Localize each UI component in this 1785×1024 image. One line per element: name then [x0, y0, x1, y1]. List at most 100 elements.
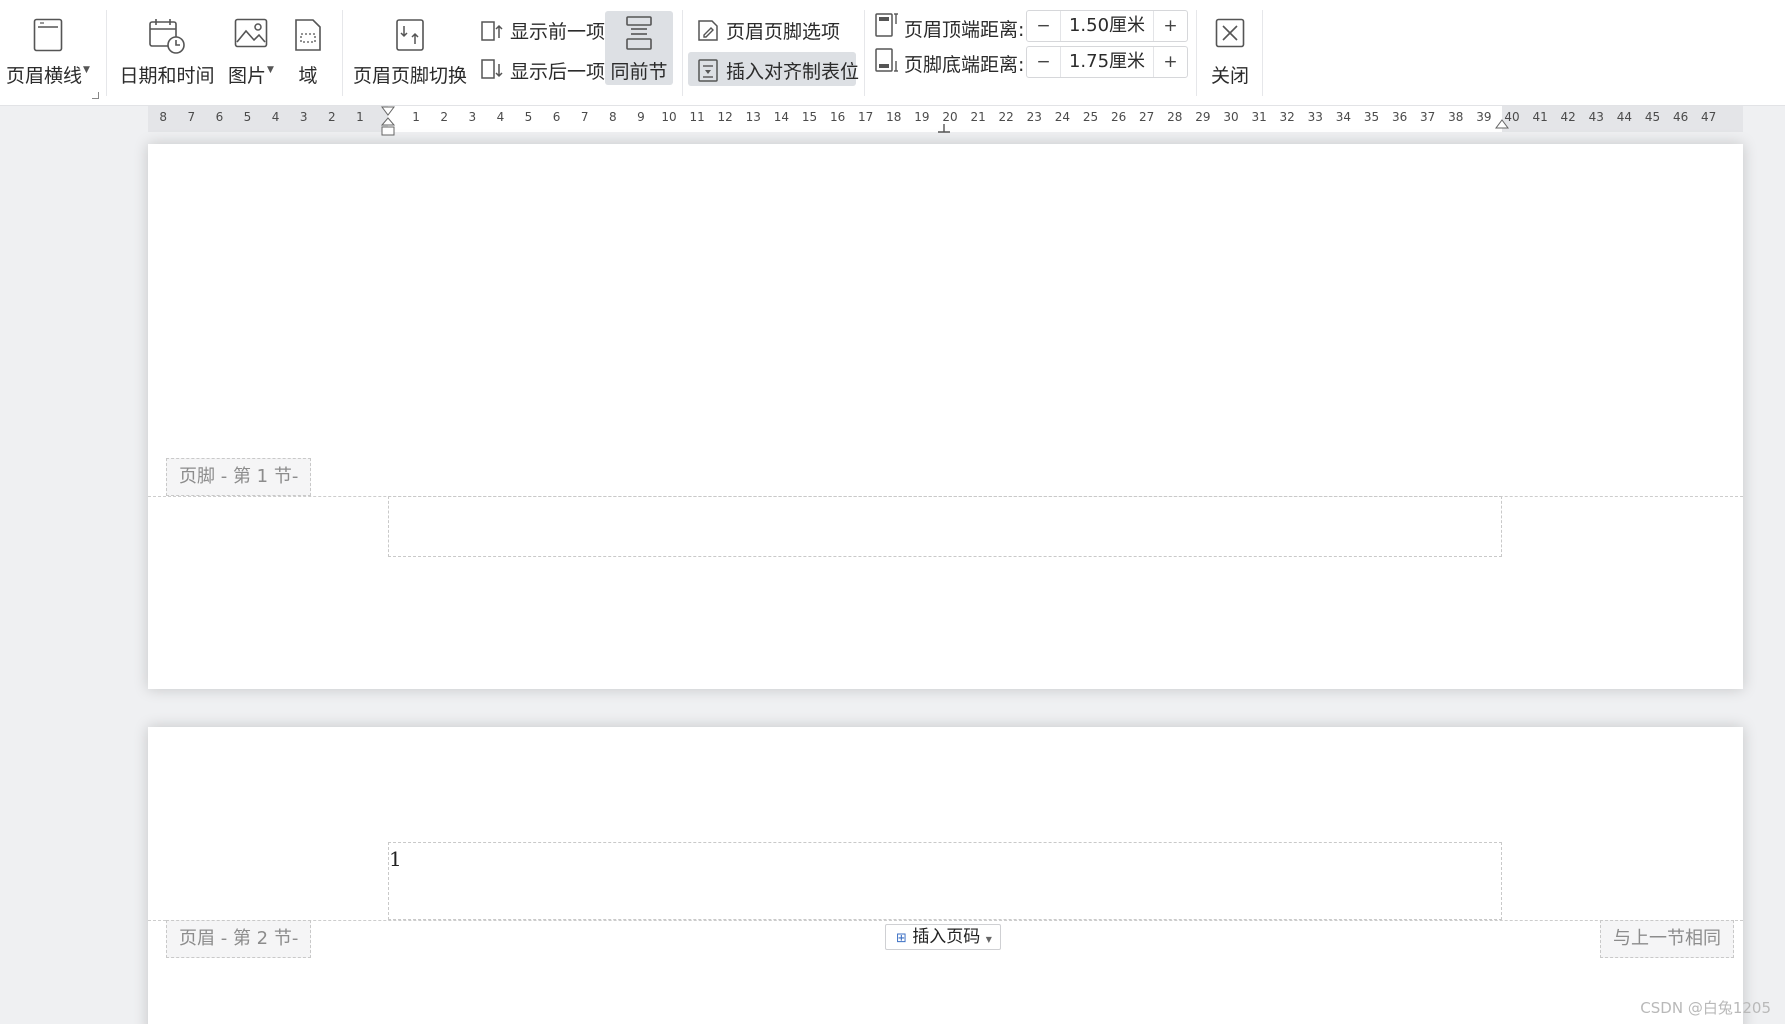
show-previous-button[interactable]: 显示前一项	[472, 12, 606, 47]
header-footer-options-button[interactable]: 页眉页脚选项	[688, 12, 840, 46]
close-button[interactable]: 关闭	[1202, 4, 1258, 92]
ruler-tick-label: 29	[1195, 110, 1211, 124]
footer-bottom-distance-spinner: − 1.75厘米 +	[1026, 46, 1188, 78]
field-button[interactable]: 域	[284, 4, 332, 92]
ruler-tick-label: 36	[1391, 110, 1408, 124]
show-next-label: 显示后一项	[510, 61, 606, 83]
ruler-tick-label: 9	[637, 110, 645, 124]
same-as-previous-button[interactable]: 同前节	[605, 11, 673, 85]
ruler-tick-label: 30	[1223, 110, 1239, 124]
ruler-tick-label: 46	[1672, 110, 1689, 124]
ruler-tick-label: 1	[356, 110, 364, 124]
ruler-tick-label: 22	[998, 110, 1014, 124]
switch-header-footer-button[interactable]: 页眉页脚切换	[352, 4, 468, 92]
insert-page-number-label: 插入页码	[912, 927, 981, 947]
ruler-tick-label: 3	[299, 110, 308, 124]
footer-section-label: 页脚 - 第 1 节-	[179, 466, 299, 487]
decrease-button[interactable]: −	[1027, 47, 1061, 77]
same-as-previous-label: 同前节	[610, 61, 668, 83]
header-top-distance-spinner: − 1.50厘米 +	[1026, 10, 1188, 42]
header-line-icon	[33, 18, 63, 57]
ruler-tick-label: 34	[1335, 110, 1352, 124]
show-previous-label: 显示前一项	[510, 21, 606, 43]
increase-button[interactable]: +	[1153, 11, 1187, 41]
ruler-tick-label: 24	[1054, 110, 1071, 124]
date-time-button[interactable]: 日期和时间	[116, 4, 218, 92]
picture-icon	[234, 18, 268, 53]
date-time-label: 日期和时间	[119, 65, 215, 87]
ruler-tick-label: 32	[1279, 110, 1295, 124]
ruler-tick-label: 17	[858, 110, 874, 124]
ruler-tick-label: 35	[1363, 110, 1380, 124]
insert-align-tab-label: 插入对齐制表位	[726, 61, 860, 83]
ruler-tick-label: 23	[1026, 110, 1042, 124]
ruler-tick-label: 41	[1532, 110, 1548, 124]
indent-marker-icon[interactable]	[381, 106, 395, 138]
ruler-tick-label: 13	[745, 110, 761, 124]
group-expand-icon[interactable]	[92, 92, 99, 99]
ruler-tick-label: 47	[1701, 110, 1717, 124]
ruler-tick-label: 16	[829, 110, 846, 124]
ruler-tick-label: 5	[243, 110, 252, 124]
ruler-tick-label: 28	[1167, 110, 1183, 124]
options-icon	[696, 18, 720, 47]
ruler-tick-label: 21	[970, 110, 986, 124]
ruler-tick-label: 6	[552, 110, 561, 124]
ruler-tick-label: 39	[1476, 110, 1492, 124]
page-number-field[interactable]: 1	[389, 847, 402, 871]
ruler-tick-label: 7	[187, 110, 196, 124]
align-tab-icon	[696, 58, 720, 87]
separator	[864, 10, 865, 96]
increase-button[interactable]: +	[1153, 47, 1187, 77]
header-top-distance-input[interactable]: 1.50厘米	[1061, 11, 1153, 41]
header-section-tag: 页眉 - 第 2 节-	[166, 920, 312, 958]
center-tab-marker-icon[interactable]	[937, 123, 951, 133]
chevron-down-icon: ▼	[267, 65, 274, 75]
chevron-down-icon: ▼	[985, 935, 992, 944]
ribbon-toolbar: 页眉横线▼ 日期和时间 图片▼ 域 页眉页脚切换 显示前一项 显示后一项 同前节…	[0, 0, 1785, 106]
ruler-tick-label: 31	[1251, 110, 1267, 124]
header-section-label: 页眉 - 第 2 节-	[179, 928, 299, 949]
switch-header-footer-icon	[395, 18, 425, 57]
ruler-tick-label: 2	[327, 110, 336, 124]
footer-bottom-distance-icon	[874, 47, 900, 78]
ruler-tick-label: 4	[271, 110, 280, 124]
header-line-label: 页眉横线	[6, 65, 83, 87]
page-2[interactable]: 1 页眉 - 第 2 节- ⊞ 插入页码 ▼ 与上一节相同	[148, 727, 1743, 1024]
insert-page-number-button[interactable]: ⊞ 插入页码 ▼	[885, 924, 1001, 950]
footer-section-tag: 页脚 - 第 1 节-	[166, 458, 312, 496]
separator	[106, 10, 107, 96]
close-icon	[1215, 18, 1245, 53]
close-label: 关闭	[1210, 65, 1249, 87]
ruler-tick-label: 44	[1616, 110, 1633, 124]
header-edit-area[interactable]: 1	[388, 842, 1502, 920]
footer-edit-area[interactable]	[388, 496, 1502, 557]
switch-header-footer-label: 页眉页脚切换	[352, 65, 467, 87]
ruler-tick-label: 1	[412, 110, 420, 124]
ruler-tick-label: 33	[1307, 110, 1323, 124]
horizontal-ruler[interactable]: 8 7 6 5 4 3 2 1 1 2 3 4 5 6 7 8 9 10 11 12 13 14 15 16 17 18 19 20 2…	[0, 106, 1785, 144]
separator	[682, 10, 683, 96]
calendar-clock-icon	[148, 18, 186, 59]
decrease-button[interactable]: −	[1027, 11, 1061, 41]
watermark: CSDN @白兔1205	[1640, 999, 1771, 1017]
field-icon	[294, 18, 322, 57]
right-indent-marker-icon[interactable]	[1495, 118, 1509, 132]
show-next-button[interactable]: 显示后一项	[472, 52, 606, 86]
ruler-tick-label: 2	[440, 110, 449, 124]
picture-button[interactable]: 图片▼	[222, 4, 280, 92]
ruler-tick-label: 38	[1448, 110, 1464, 124]
ruler-tick-label: 37	[1420, 110, 1436, 124]
insert-align-tab-button[interactable]: 插入对齐制表位	[688, 52, 860, 87]
show-previous-icon	[480, 18, 504, 47]
same-as-previous-icon	[625, 15, 653, 56]
page-1[interactable]: 页脚 - 第 1 节-	[148, 144, 1743, 689]
ruler-tick-label: 45	[1644, 110, 1661, 124]
footer-bottom-distance-input[interactable]: 1.75厘米	[1061, 47, 1153, 77]
picture-label: 图片	[228, 65, 267, 87]
ruler-tick-label: 43	[1588, 110, 1604, 124]
ruler-tick-label: 3	[468, 110, 477, 124]
same-as-previous-tag: 与上一节相同	[1600, 920, 1734, 958]
ruler-tick-label: 12	[717, 110, 733, 124]
header-line-button[interactable]: 页眉横线▼	[2, 4, 94, 92]
